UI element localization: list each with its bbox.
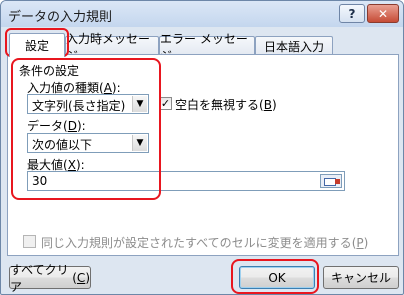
chevron-down-icon[interactable]: ▼: [132, 96, 147, 112]
tab-settings[interactable]: 設定: [9, 33, 65, 57]
title-bar[interactable]: データの入力規則 ? ✕: [1, 1, 403, 27]
help-icon: ?: [348, 6, 356, 21]
max-value: 30: [32, 174, 48, 188]
tab-label: 設定: [24, 39, 49, 53]
close-icon: ✕: [377, 6, 389, 21]
data-label: データ(D):: [27, 119, 86, 133]
data-operator-dropdown[interactable]: 次の値以下 ▼: [27, 133, 149, 153]
tab-strip: 設定 入力時メッセージ エラー メッセージ 日本語入力: [1, 27, 403, 63]
chevron-down-icon[interactable]: ▼: [132, 135, 147, 151]
close-button[interactable]: ✕: [367, 4, 399, 23]
ignore-blank-checkbox[interactable]: ✓: [159, 97, 172, 110]
allow-dropdown[interactable]: 文字列(長さ指定) ▼: [27, 94, 149, 114]
ignore-blank-label: 空白を無視する(B): [175, 98, 277, 112]
data-operator-value: 次の値以下: [32, 138, 93, 152]
cancel-button[interactable]: キャンセル: [323, 266, 399, 289]
tab-input-message[interactable]: 入力時メッセージ: [65, 32, 159, 63]
clear-all-button[interactable]: すべてクリア(C): [9, 263, 91, 294]
tab-ime[interactable]: 日本語入力: [255, 36, 333, 56]
tab-error-message[interactable]: エラー メッセージ: [159, 32, 255, 63]
conditions-section-title: 条件の設定: [19, 64, 80, 78]
max-value-input[interactable]: 30: [27, 171, 345, 191]
apply-all-checkbox[interactable]: [23, 235, 36, 248]
tab-label: 日本語入力: [263, 40, 324, 54]
help-button[interactable]: ?: [339, 4, 365, 23]
apply-all-label: 同じ入力規則が設定されたすべてのセルに変更を適用する(P): [41, 236, 369, 250]
data-validation-dialog: データの入力規則 ? ✕ 設定 入力時メッセージ エラー メッセージ 日本語入力…: [0, 0, 404, 295]
allow-value: 文字列(長さ指定): [32, 99, 126, 113]
dialog-title: データの入力規則: [8, 10, 113, 25]
range-selector-icon[interactable]: [320, 174, 342, 188]
ok-button[interactable]: OK: [239, 266, 315, 289]
